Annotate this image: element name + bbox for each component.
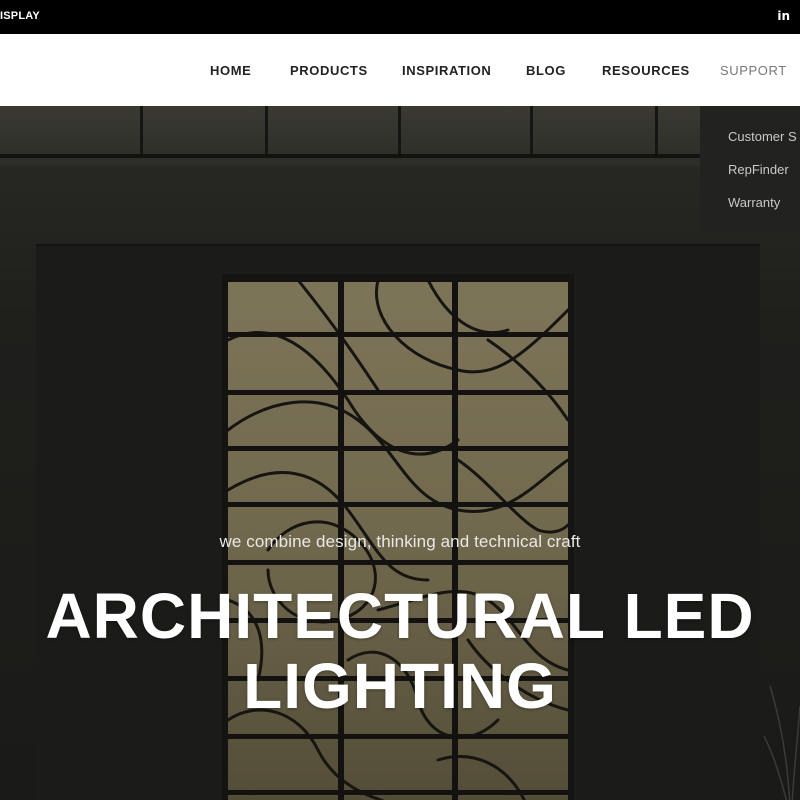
ceiling-beam [655,106,658,158]
support-dropdown: Customer S RepFinder Warranty [700,106,800,234]
nav-support[interactable]: SUPPORT [720,63,787,78]
linkedin-icon[interactable]: in [777,9,790,23]
nav-resources[interactable]: RESOURCES [602,63,690,78]
ceiling-beam [530,106,533,158]
nav-blog[interactable]: BLOG [526,63,566,78]
hero-ceiling [0,106,800,166]
dropdown-item-warranty[interactable]: Warranty [728,195,780,210]
dropdown-item-customer-service[interactable]: Customer S [728,129,797,144]
ceiling-beam [140,106,143,158]
main-navigation: HOME PRODUCTS INSPIRATION BLOG RESOURCES… [0,34,800,106]
hero-headline-line2: LIGHTING [243,650,557,722]
nav-home[interactable]: HOME [210,63,251,78]
ceiling-beam [265,106,268,158]
top-bar: ISPLAY in [0,0,800,34]
nav-inspiration[interactable]: INSPIRATION [402,63,491,78]
hero-headline-line1: ARCHITECTURAL LED [45,580,755,652]
hero-tagline: we combine design, thinking and technica… [219,532,581,551]
ceiling-edge [0,154,700,158]
top-bar-text[interactable]: ISPLAY [0,10,40,22]
ceiling-beam [398,106,401,158]
dropdown-item-repfinder[interactable]: RepFinder [728,162,789,177]
nav-products[interactable]: PRODUCTS [290,63,368,78]
